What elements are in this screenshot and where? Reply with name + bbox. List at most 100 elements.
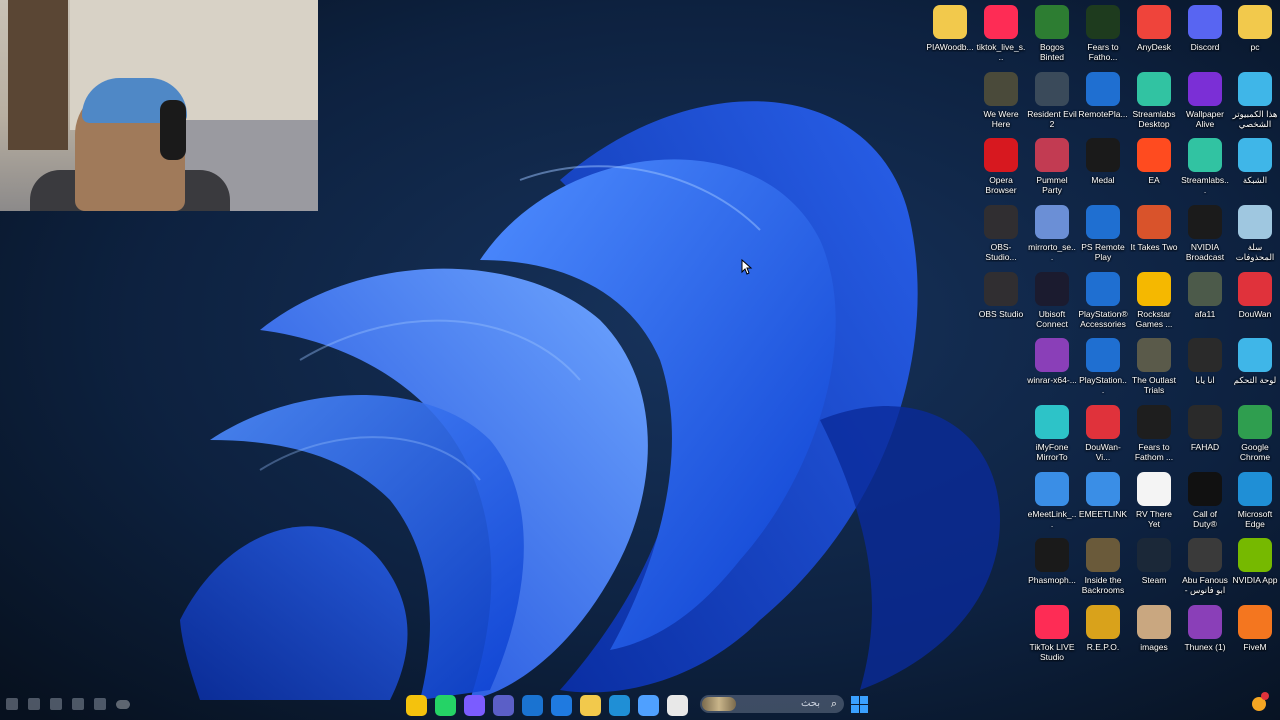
desktop-icon[interactable]: Thunex (1) (1180, 605, 1230, 667)
copilot-icon[interactable] (638, 694, 659, 716)
weather-icon[interactable] (1250, 692, 1270, 714)
game-icon (1035, 72, 1069, 106)
desktop-icon[interactable]: DouWan-Vi... (1078, 405, 1128, 467)
desktop-icon[interactable]: Opera Browser (976, 138, 1026, 200)
desktop-icon[interactable]: winrar-x64-... (1027, 338, 1077, 400)
desktop-icon[interactable]: afa11 (1180, 272, 1230, 334)
desktop-icon[interactable]: Wallpaper Alive (1180, 72, 1230, 134)
desktop-icon[interactable]: Fears to Fatho... (1078, 5, 1128, 67)
file-icon (1137, 472, 1171, 506)
desktop-icon[interactable]: Microsoft Edge (1230, 472, 1280, 534)
desktop-icon[interactable]: الشبكة (1230, 138, 1280, 200)
desktop-icon[interactable]: images (1129, 605, 1179, 667)
desktop-icon[interactable]: TikTok LIVE Studio (1027, 605, 1077, 667)
desktop-icon[interactable]: Call of Duty® (1180, 472, 1230, 534)
desktop-icon[interactable]: Steam (1129, 538, 1179, 600)
desktop-icon[interactable]: Bogos Binted (1027, 5, 1077, 67)
desktop-icon-label: eMeetLink_... (1027, 509, 1077, 529)
desktop-icon[interactable]: Ubisoft Connect (1027, 272, 1077, 334)
medal-icon (1086, 138, 1120, 172)
desktop-icon[interactable]: eMeetLink_... (1027, 472, 1077, 534)
edge-icon[interactable] (609, 694, 630, 716)
whatsapp-icon[interactable] (435, 694, 456, 716)
desktop-icon[interactable]: Rockstar Games ... (1129, 272, 1179, 334)
desktop-icon-label: FiveM (1243, 642, 1267, 652)
desktop-icon[interactable]: R.E.P.O. (1078, 605, 1128, 667)
desktop-icon[interactable]: RemotePla... (1078, 72, 1128, 134)
desktop-icon[interactable]: Phasmoph... (1027, 538, 1077, 600)
opera-icon (984, 138, 1018, 172)
desktop-icon-label: Phasmoph... (1028, 575, 1076, 585)
outlook-icon[interactable] (522, 694, 543, 716)
desktop-icon[interactable]: OBS Studio (976, 272, 1026, 334)
desktop-icon-label: Microsoft Edge (1237, 509, 1273, 529)
desktop-icon-label: PlayStation... (1079, 375, 1127, 395)
desktop-icon[interactable]: AnyDesk (1129, 5, 1179, 67)
desktop-icon[interactable]: انا يابا (1180, 338, 1230, 400)
app-icon[interactable] (667, 694, 688, 716)
teams-icon[interactable] (493, 694, 514, 716)
desktop-icon[interactable]: Inside the Backrooms (1078, 538, 1128, 600)
desktop-icon[interactable]: EA (1129, 138, 1179, 200)
desktop-icon[interactable]: NVIDIA App (1230, 538, 1280, 600)
desktop-icon-label: هذا الكمبيوتر الشخصي (1232, 109, 1278, 129)
chrome-icon[interactable] (406, 694, 427, 716)
desktop-icon[interactable]: FAHAD (1180, 405, 1230, 467)
tray-icon[interactable] (50, 698, 62, 710)
messenger-icon[interactable] (464, 694, 485, 716)
desktop-icon[interactable]: We Were Here (976, 72, 1026, 134)
onedrive-icon[interactable] (116, 699, 130, 709)
desktop-icon[interactable]: iMyFone MirrorTo (1027, 405, 1077, 467)
store-icon[interactable] (551, 694, 572, 716)
emeet-icon (1035, 472, 1069, 506)
tray-icon[interactable] (28, 698, 40, 710)
desktop-icon-label: Resident Evil 2 (1027, 109, 1077, 129)
desktop-icon-label: EMEETLINK (1078, 509, 1128, 519)
desktop-icon[interactable]: PlayStation... (1078, 338, 1128, 400)
taskbar-search[interactable]: بحث ⌕ (700, 695, 844, 713)
desktop-icon[interactable]: Streamlabs... (1180, 138, 1230, 200)
douwan-icon (1086, 405, 1120, 439)
desktop-icon[interactable]: Resident Evil 2 (1027, 72, 1077, 134)
desktop-icon[interactable]: DouWan (1230, 272, 1280, 334)
search-highlight-art (702, 697, 736, 711)
desktop-icon[interactable]: Streamlabs Desktop (1129, 72, 1179, 134)
desktop-icon[interactable]: pc (1230, 5, 1280, 67)
start-button[interactable] (851, 696, 868, 713)
desktop-icon-label: Inside the Backrooms (1081, 575, 1125, 595)
desktop-icon[interactable]: لوحة التحكم (1230, 338, 1280, 400)
desktop-icon[interactable]: Medal (1078, 138, 1128, 200)
image-icon (1188, 272, 1222, 306)
desktop-icon[interactable]: سلة المحذوفات (1230, 205, 1280, 267)
desktop-icon[interactable]: PlayStation® Accessories (1078, 272, 1128, 334)
tray-icon[interactable] (72, 698, 84, 710)
desktop-icon[interactable]: The Outlast Trials (1129, 338, 1179, 400)
tray-left-icons (6, 696, 130, 712)
tray-icon[interactable] (94, 698, 106, 710)
file-explorer-icon[interactable] (580, 694, 601, 716)
desktop-icon[interactable]: Google Chrome (1230, 405, 1280, 467)
desktop-icon[interactable]: Abu Fanous - ابو فانوس (1180, 538, 1230, 600)
desktop-icon[interactable]: It Takes Two (1129, 205, 1179, 267)
desktop-icon-grid: PIAWoodb... tiktok_live_s... Bogos Binted F… (0, 0, 1280, 680)
desktop-icon-label: سلة المحذوفات (1235, 242, 1275, 262)
desktop-icon[interactable]: هذا الكمبيوتر الشخصي (1230, 72, 1280, 134)
tiktok-icon (1035, 605, 1069, 639)
desktop-icon[interactable]: mirrorto_se... (1027, 205, 1077, 267)
desktop-icon[interactable]: NVIDIA Broadcast (1180, 205, 1230, 267)
desktop-icon[interactable]: Fears to Fathom ... (1129, 405, 1179, 467)
desktop-icon[interactable]: PS Remote Play (1078, 205, 1128, 267)
desktop-icon[interactable]: FiveM (1230, 605, 1280, 667)
desktop-icon-label: الشبكة (1242, 175, 1268, 185)
desktop-icon[interactable]: Pummel Party (1027, 138, 1077, 200)
playstation-icon (1086, 72, 1120, 106)
desktop-icon[interactable]: RV There Yet (1129, 472, 1179, 534)
desktop-icon[interactable]: tiktok_live_s... (976, 5, 1026, 67)
desktop-icon[interactable]: OBS-Studio... (976, 205, 1026, 267)
desktop-icon[interactable]: PIAWoodb... (925, 5, 975, 67)
tray-icon[interactable] (6, 698, 18, 710)
desktop-icon[interactable]: EMEETLINK (1078, 472, 1128, 534)
search-icon: ⌕ (830, 698, 837, 710)
douwan-icon (1238, 272, 1272, 306)
desktop-icon[interactable]: Discord (1180, 5, 1230, 67)
